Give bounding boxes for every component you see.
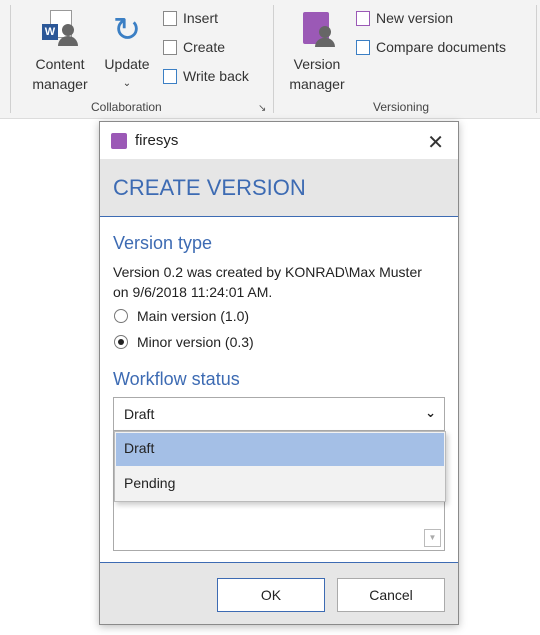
compare-documents-icon bbox=[356, 39, 370, 55]
scroll-down-icon[interactable]: ▼ bbox=[424, 529, 441, 547]
create-icon bbox=[163, 39, 177, 55]
radio-main-version[interactable]: Main version (1.0) bbox=[114, 308, 249, 324]
refresh-icon: ↻ bbox=[112, 11, 142, 49]
create-button[interactable]: Create bbox=[163, 37, 225, 57]
version-manager-button[interactable]: Version manager bbox=[284, 10, 350, 94]
dialog-heading: CREATE VERSION bbox=[100, 159, 458, 217]
group-label-collaboration: Collaboration bbox=[91, 100, 162, 114]
update-button[interactable]: ↻ Update ⌄ bbox=[100, 10, 154, 94]
write-back-icon bbox=[163, 68, 177, 84]
insert-button[interactable]: Insert bbox=[163, 8, 218, 28]
workflow-status-select[interactable]: Draft ⌄ bbox=[113, 397, 445, 431]
compare-documents-button[interactable]: Compare documents bbox=[356, 37, 506, 57]
divider bbox=[10, 5, 11, 113]
create-version-dialog: firesys ✕ CREATE VERSION Version type Ve… bbox=[99, 121, 459, 625]
workflow-status-label: Workflow status bbox=[113, 369, 240, 389]
dialog-title: firesys bbox=[135, 132, 179, 149]
chevron-down-icon: ⌄ bbox=[122, 78, 132, 89]
insert-icon bbox=[163, 10, 177, 26]
option-draft[interactable]: Draft bbox=[116, 433, 444, 466]
chevron-down-icon: ⌄ bbox=[425, 405, 436, 420]
ribbon: W Content manager ↻ Update ⌄ Insert Crea… bbox=[0, 0, 540, 119]
workflow-status-dropdown: Draft Pending bbox=[114, 431, 446, 502]
close-icon[interactable]: ✕ bbox=[427, 130, 444, 155]
title-bar: firesys bbox=[100, 122, 458, 159]
floppy-user-icon bbox=[297, 10, 337, 50]
cancel-button[interactable]: Cancel bbox=[337, 578, 445, 612]
new-version-button[interactable]: New version bbox=[356, 8, 453, 28]
dialog-launcher-icon[interactable]: ↘ bbox=[258, 103, 266, 114]
option-pending[interactable]: Pending bbox=[115, 467, 445, 500]
radio-minor-version[interactable]: Minor version (0.3) bbox=[114, 334, 254, 350]
dialog-footer: OK Cancel bbox=[100, 562, 458, 624]
group-label-versioning: Versioning bbox=[373, 100, 430, 114]
divider bbox=[536, 5, 537, 113]
new-version-icon bbox=[356, 10, 370, 26]
ok-button[interactable]: OK bbox=[217, 578, 325, 612]
divider bbox=[273, 5, 274, 113]
content-manager-button[interactable]: W Content manager bbox=[22, 10, 98, 94]
write-back-button[interactable]: Write back bbox=[163, 66, 249, 86]
word-user-icon: W bbox=[40, 10, 80, 50]
version-info: Version 0.2 was created by KONRAD\Max Mu… bbox=[113, 264, 422, 300]
version-type-label: Version type bbox=[113, 233, 213, 253]
firesys-logo-icon bbox=[111, 132, 127, 149]
